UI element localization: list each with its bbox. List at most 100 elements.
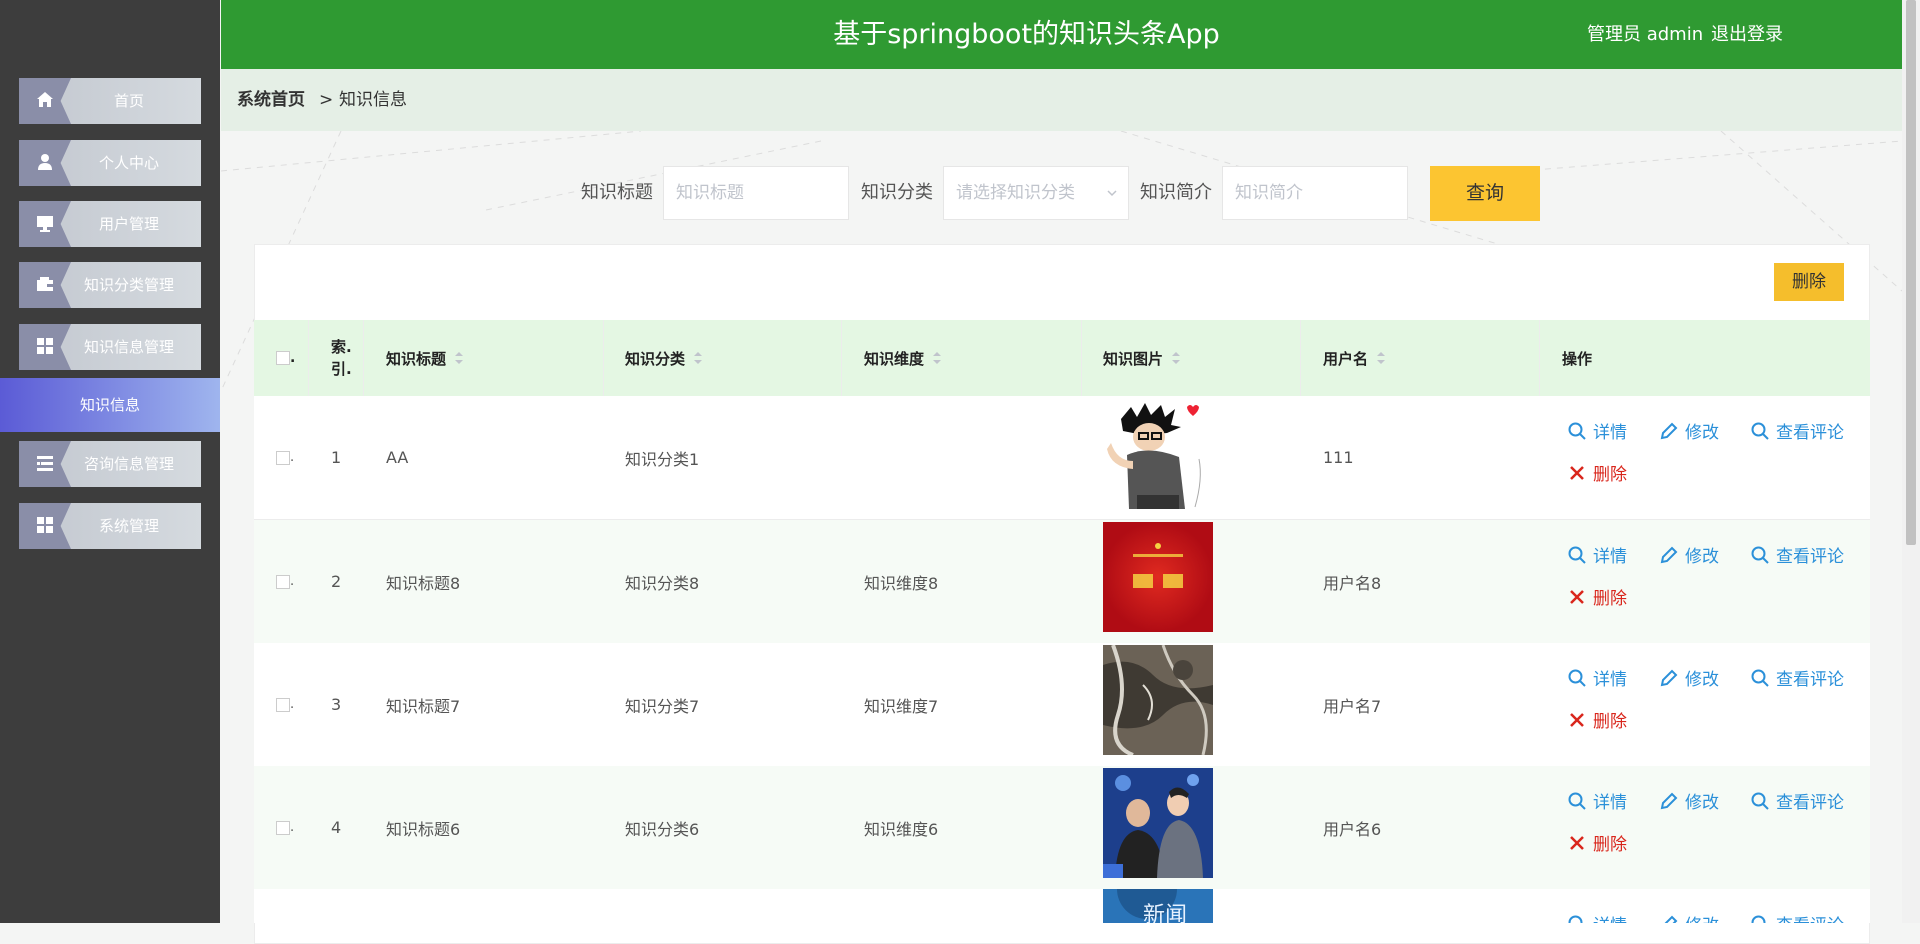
- column-header-dimension[interactable]: 知识维度: [864, 320, 942, 396]
- edit-link[interactable]: 修改: [1660, 665, 1719, 690]
- close-icon: [1570, 835, 1584, 850]
- detail-link[interactable]: 详情: [1568, 665, 1627, 690]
- cell-dimension: 知识维度6: [864, 819, 939, 839]
- sidebar-item-personal[interactable]: 个人中心: [19, 140, 201, 186]
- search-icon: [1568, 422, 1586, 440]
- delete-link[interactable]: 删除: [1568, 830, 1627, 855]
- table-row: . 1 AA 知识分类1 111 详情 修改 查看评论 删除: [254, 396, 1870, 519]
- index-header-line1: 索.: [331, 338, 352, 356]
- cell-username: 用户名8: [1323, 573, 1382, 593]
- search-category-label: 知识分类: [861, 182, 933, 203]
- pencil-icon: [1660, 792, 1678, 809]
- row-checkbox[interactable]: [276, 450, 290, 465]
- search-title-label: 知识标题: [581, 182, 653, 203]
- partial-image-text: 新闻: [1143, 903, 1188, 923]
- page-scrollbar-thumb[interactable]: [1906, 0, 1916, 545]
- column-header-image[interactable]: 知识图片: [1103, 320, 1181, 396]
- detail-link[interactable]: 详情: [1568, 788, 1627, 813]
- batch-delete-button[interactable]: 删除: [1774, 263, 1844, 301]
- breadcrumb-current: 知识信息: [339, 90, 407, 110]
- detail-link[interactable]: 详情: [1568, 911, 1627, 923]
- aerial-landscape-image: [1103, 645, 1213, 755]
- edit-link[interactable]: 修改: [1660, 911, 1719, 923]
- detail-link[interactable]: 详情: [1568, 418, 1627, 443]
- sidebar-item-system-manage[interactable]: 系统管理: [19, 503, 201, 549]
- pencil-icon: [1660, 669, 1678, 686]
- top-header: 基于springboot的知识头条App 管理员 admin 退出登录: [221, 0, 1902, 69]
- sidebar-item-users[interactable]: 用户管理: [19, 201, 201, 247]
- cell-category: 知识分类1: [625, 449, 700, 469]
- table-header: . 索. 引. 知识标题 知识分类 知识维度 知识图片 用户名 操作: [254, 320, 1870, 396]
- query-button[interactable]: 查询: [1430, 166, 1540, 221]
- cell-category: 知识分类8: [625, 573, 700, 593]
- sort-icon: [1172, 352, 1181, 364]
- sidebar-subitem-knowledge-info[interactable]: 知识信息: [0, 378, 220, 432]
- column-header-username[interactable]: 用户名: [1323, 320, 1386, 396]
- sidebar-item-category-manage[interactable]: 知识分类管理: [19, 262, 201, 308]
- view-comments-link[interactable]: 查看评论: [1751, 788, 1844, 813]
- table-row: . 4 知识标题6 知识分类6 知识维度6 用户名6 详情 修改 查看评论 删除: [254, 766, 1870, 889]
- cell-username: 111: [1323, 448, 1354, 467]
- breadcrumb: 系统首页 > 知识信息: [221, 69, 1902, 131]
- search-icon: [1568, 546, 1586, 564]
- column-header-index: 索. 引.: [331, 320, 352, 396]
- sidebar-item-label: 知识信息管理: [83, 338, 174, 356]
- breadcrumb-home[interactable]: 系统首页: [237, 69, 305, 131]
- sidebar-item-consult-manage[interactable]: 咨询信息管理: [19, 441, 201, 487]
- sort-icon: [694, 352, 703, 364]
- delete-link[interactable]: 删除: [1568, 460, 1627, 485]
- column-header-category[interactable]: 知识分类: [625, 320, 703, 396]
- search-icon: [1751, 546, 1769, 564]
- sidebar-item-home[interactable]: 首页: [19, 78, 201, 124]
- cell-dimension: 知识维度8: [864, 573, 939, 593]
- view-comments-link[interactable]: 查看评论: [1751, 542, 1844, 567]
- search-icon: [1751, 915, 1766, 923]
- search-icon: [1568, 669, 1586, 687]
- logout-link[interactable]: 退出登录: [1711, 0, 1783, 69]
- view-comments-link[interactable]: 查看评论: [1751, 665, 1844, 690]
- close-icon: [1570, 465, 1584, 480]
- search-icon: [1568, 915, 1583, 923]
- select-all-checkbox[interactable]: [276, 351, 290, 365]
- cell-dimension: 知识维度7: [864, 696, 939, 716]
- detail-link[interactable]: 详情: [1568, 542, 1627, 567]
- view-comments-link[interactable]: 查看评论: [1751, 911, 1844, 923]
- view-comments-link[interactable]: 查看评论: [1751, 418, 1844, 443]
- search-icon: [1751, 669, 1769, 687]
- breadcrumb-separator: >: [319, 90, 334, 110]
- current-user: 管理员 admin: [1587, 24, 1704, 45]
- row-checkbox[interactable]: [276, 697, 290, 712]
- search-icon: [1751, 792, 1769, 810]
- cell-username: 用户名6: [1323, 819, 1382, 839]
- cell-category: 知识分类6: [625, 819, 700, 839]
- partial-news-image: 新闻: [1103, 889, 1213, 923]
- column-header-title[interactable]: 知识标题: [386, 320, 464, 396]
- row-checkbox[interactable]: [276, 574, 290, 589]
- search-icon: [1751, 422, 1769, 440]
- search-category-select[interactable]: 请选择知识分类: [943, 166, 1129, 220]
- cell-category: 知识分类7: [625, 696, 700, 716]
- search-intro-label: 知识简介: [1140, 182, 1212, 203]
- cell-index: 2: [331, 572, 342, 591]
- table-row: 新闻 详情 修改 查看评论: [254, 889, 1870, 923]
- search-title-input[interactable]: [663, 166, 849, 220]
- cell-title: 知识标题7: [386, 696, 461, 716]
- edit-link[interactable]: 修改: [1660, 788, 1719, 813]
- sort-icon: [933, 352, 942, 364]
- pencil-icon: [1660, 422, 1678, 439]
- delete-link[interactable]: 删除: [1568, 584, 1627, 609]
- cell-index: 3: [331, 695, 342, 714]
- edit-link[interactable]: 修改: [1660, 418, 1719, 443]
- cell-index: 4: [331, 818, 342, 837]
- edit-link[interactable]: 修改: [1660, 542, 1719, 567]
- delete-link[interactable]: 删除: [1568, 707, 1627, 732]
- sidebar-item-knowledge-manage[interactable]: 知识信息管理: [19, 324, 201, 370]
- chevron-down-icon: [1107, 190, 1117, 197]
- pencil-icon: [1660, 546, 1678, 563]
- cell-username: 用户名7: [1323, 696, 1382, 716]
- search-intro-input[interactable]: [1222, 166, 1408, 220]
- stage-people-image: [1103, 768, 1213, 878]
- row-checkbox[interactable]: [276, 820, 290, 835]
- sidebar-item-label: 系统管理: [98, 517, 159, 535]
- cell-index: 1: [331, 448, 342, 467]
